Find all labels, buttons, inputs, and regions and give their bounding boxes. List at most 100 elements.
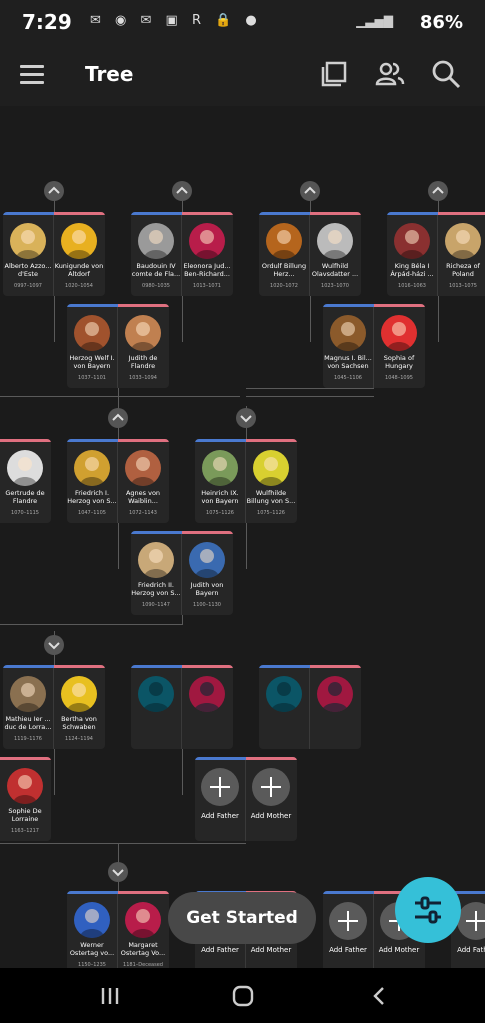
couple-card[interactable]: Magnus I. Bil... von Sachsen 1045–1106 Sop… <box>323 304 425 388</box>
expand-toggle[interactable] <box>236 408 256 428</box>
couple-card[interactable] <box>259 665 361 749</box>
couple-card[interactable]: Sophie De Lorraine 1163–1217 <box>0 757 51 841</box>
person-avatar[interactable] <box>125 450 161 486</box>
person-avatar[interactable] <box>138 542 174 578</box>
collapse-toggle[interactable] <box>44 181 64 201</box>
silhouette-avatar[interactable] <box>266 676 302 712</box>
collapse-toggle[interactable] <box>428 181 448 201</box>
person-avatar[interactable] <box>61 223 97 259</box>
person-avatar[interactable] <box>61 676 97 712</box>
person-avatar[interactable] <box>74 902 110 938</box>
mother-slot[interactable]: Add Mother <box>246 760 296 841</box>
silhouette-avatar[interactable] <box>317 676 353 712</box>
couple-card[interactable]: Alberto Azzo... d'Este 0997–1097 Kunigunde… <box>3 212 105 296</box>
person-avatar[interactable] <box>317 223 353 259</box>
father-slot[interactable]: King Béla I Árpád-házi ... 1016–1063 <box>387 215 437 296</box>
father-slot[interactable]: Add Father <box>195 760 245 841</box>
person-avatar[interactable] <box>189 542 225 578</box>
couple-card[interactable] <box>131 665 233 749</box>
father-slot[interactable]: Baudouin IV comte de Fla... 0980–1035 <box>131 215 181 296</box>
people-icon[interactable] <box>374 58 406 90</box>
person-avatar[interactable] <box>7 450 43 486</box>
mother-slot[interactable]: Gertrude de Flandre 1070–1115 <box>0 442 50 523</box>
person-avatar[interactable] <box>10 676 46 712</box>
father-slot[interactable]: Mathieu Ier ... duc de Lorra... 1119–1176 <box>3 668 53 749</box>
copy-icon[interactable] <box>318 58 350 90</box>
add-icon[interactable] <box>252 768 290 806</box>
couple-card[interactable]: Ordulf Billung Herz... 1020–1072 Wulfhild … <box>259 212 361 296</box>
add-icon[interactable] <box>457 902 485 940</box>
menu-icon[interactable] <box>20 65 44 85</box>
father-slot[interactable]: Ordulf Billung Herz... 1020–1072 <box>259 215 309 296</box>
person-avatar[interactable] <box>202 450 238 486</box>
couple-card[interactable]: Friedrich II. Herzog von S... 1090–1147 Ju… <box>131 531 233 615</box>
add-icon[interactable] <box>329 902 367 940</box>
mother-slot[interactable]: Richeza of Poland 1013–1075 <box>438 215 485 296</box>
person-lifespan: 1100–1130 <box>193 602 221 608</box>
recent-apps-icon[interactable] <box>98 985 122 1007</box>
tree-canvas[interactable]: Alberto Azzo... d'Este 0997–1097 Kunigunde… <box>0 106 485 968</box>
couple-card[interactable]: Werner Ostertag vo... 1150–1235 Margaret O… <box>67 891 169 968</box>
add-father-label: Add Father <box>329 946 367 954</box>
father-slot[interactable] <box>131 668 181 749</box>
mother-slot[interactable]: Wulfhild Olavsdatter ... 1023–1070 <box>310 215 360 296</box>
person-avatar[interactable] <box>381 315 417 351</box>
mother-slot[interactable]: Margaret Ostertag Vo... 1181–Deceased <box>118 894 168 968</box>
father-slot[interactable]: Herzog Welf I. von Bayern 1037–1101 <box>67 307 117 388</box>
person-avatar[interactable] <box>253 450 289 486</box>
father-slot[interactable]: Add Father <box>323 894 373 968</box>
search-icon[interactable] <box>430 58 462 90</box>
expand-toggle[interactable] <box>44 635 64 655</box>
father-slot[interactable]: Friedrich II. Herzog von S... 1090–1147 <box>131 534 181 615</box>
home-icon[interactable] <box>231 985 255 1007</box>
collapse-toggle[interactable] <box>108 408 128 428</box>
father-slot[interactable]: Heinrich IX. von Bayern 1075–1126 <box>195 442 245 523</box>
person-avatar[interactable] <box>74 450 110 486</box>
person-avatar[interactable] <box>125 315 161 351</box>
couple-card[interactable]: Gertrude de Flandre 1070–1115 <box>0 439 51 523</box>
couple-card[interactable]: Heinrich IX. von Bayern 1075–1126 Wulfhild… <box>195 439 297 523</box>
person-avatar[interactable] <box>189 223 225 259</box>
person-avatar[interactable] <box>74 315 110 351</box>
silhouette-avatar[interactable] <box>138 676 174 712</box>
person-avatar[interactable] <box>7 768 43 804</box>
couple-card[interactable]: Friedrich I. Herzog von S... 1047–1105 Agn… <box>67 439 169 523</box>
back-icon[interactable] <box>368 985 392 1007</box>
mother-slot[interactable] <box>182 668 232 749</box>
person-avatar[interactable] <box>10 223 46 259</box>
mother-slot[interactable] <box>310 668 360 749</box>
couple-card[interactable]: Baudouin IV comte de Fla... 0980–1035 Eleo… <box>131 212 233 296</box>
mother-slot[interactable]: Sophia of Hungary 1048–1095 <box>374 307 424 388</box>
get-started-button[interactable]: Get Started <box>168 892 316 944</box>
person-lifespan: 1119–1176 <box>14 736 42 742</box>
mother-slot[interactable]: Kunigunde von Altdorf 1020–1054 <box>54 215 104 296</box>
mother-slot[interactable]: Bertha von Schwaben 1124–1194 <box>54 668 104 749</box>
collapse-toggle[interactable] <box>172 181 192 201</box>
father-slot[interactable]: Alberto Azzo... d'Este 0997–1097 <box>3 215 53 296</box>
father-slot[interactable] <box>259 668 309 749</box>
mother-slot[interactable]: Sophie De Lorraine 1163–1217 <box>0 760 50 841</box>
mother-slot[interactable]: Wulfhilde Billung von S... 1075–1126 <box>246 442 296 523</box>
person-avatar[interactable] <box>394 223 430 259</box>
person-avatar[interactable] <box>266 223 302 259</box>
mother-slot[interactable]: Judith von Bayern 1100–1130 <box>182 534 232 615</box>
mother-slot[interactable]: Eleonora Jud... Ben-Richard... 1013–1071 <box>182 215 232 296</box>
silhouette-avatar[interactable] <box>189 676 225 712</box>
collapse-toggle[interactable] <box>300 181 320 201</box>
mother-slot[interactable]: Judith de Flandre 1033–1094 <box>118 307 168 388</box>
add-icon[interactable] <box>201 768 239 806</box>
father-slot[interactable]: Werner Ostertag vo... 1150–1235 <box>67 894 117 968</box>
couple-card[interactable]: Herzog Welf I. von Bayern 1037–1101 Judith… <box>67 304 169 388</box>
father-slot[interactable]: Friedrich I. Herzog von S... 1047–1105 <box>67 442 117 523</box>
couple-card[interactable]: King Béla I Árpád-házi ... 1016–1063 Riche… <box>387 212 485 296</box>
person-avatar[interactable] <box>138 223 174 259</box>
father-slot[interactable]: Magnus I. Bil... von Sachsen 1045–1106 <box>323 307 373 388</box>
couple-card[interactable]: Mathieu Ier ... duc de Lorra... 1119–1176… <box>3 665 105 749</box>
mother-slot[interactable]: Agnes von Waiblin... 1072–1143 <box>118 442 168 523</box>
person-avatar[interactable] <box>445 223 481 259</box>
person-avatar[interactable] <box>330 315 366 351</box>
person-avatar[interactable] <box>125 902 161 938</box>
expand-toggle[interactable] <box>108 862 128 882</box>
couple-card[interactable]: Add Father Add Mother <box>195 757 297 841</box>
filter-settings-button[interactable] <box>395 877 461 943</box>
